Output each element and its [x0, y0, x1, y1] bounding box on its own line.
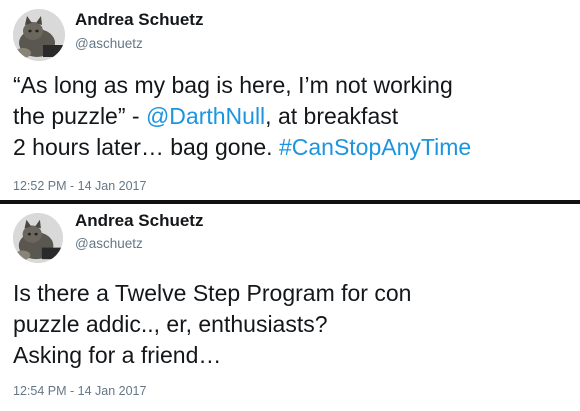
- tweet-text-segment: , at breakfast: [265, 103, 399, 129]
- tweet-1: Andrea Schuetz @aschuetz “As long as my …: [0, 0, 580, 200]
- tweet-line: “As long as my bag is here, I’m not work…: [13, 72, 453, 98]
- tweet-timestamp[interactable]: 12:54 PM - 14 Jan 2017: [13, 384, 146, 398]
- author-handle[interactable]: @aschuetz: [75, 36, 143, 51]
- tweet-line: puzzle addic.., er, enthusiasts?: [13, 311, 328, 337]
- tweet-text-segment: 2 hours later… bag gone.: [13, 134, 279, 160]
- tweet-text: Is there a Twelve Step Program for con p…: [13, 278, 573, 371]
- tweet-2: Andrea Schuetz @aschuetz Is there a Twel…: [0, 205, 580, 411]
- divider: [0, 200, 580, 204]
- tweet-line: Is there a Twelve Step Program for con: [13, 280, 412, 306]
- author-handle[interactable]: @aschuetz: [75, 236, 143, 251]
- hashtag-link[interactable]: #CanStopAnyTime: [279, 134, 471, 160]
- cat-avatar-icon: [13, 213, 63, 263]
- tweet-line: 2 hours later… bag gone. #CanStopAnyTime: [13, 132, 573, 163]
- cat-avatar-icon: [13, 9, 65, 61]
- author-name[interactable]: Andrea Schuetz: [75, 211, 203, 231]
- author-name[interactable]: Andrea Schuetz: [75, 10, 203, 30]
- tweet-line: the puzzle” - @DarthNull, at breakfast: [13, 101, 573, 132]
- tweet-timestamp[interactable]: 12:52 PM - 14 Jan 2017: [13, 179, 146, 193]
- tweet-text-segment: the puzzle” -: [13, 103, 146, 129]
- mention-link[interactable]: @DarthNull: [146, 103, 265, 129]
- tweet-line: Asking for a friend…: [13, 342, 222, 368]
- tweet-text: “As long as my bag is here, I’m not work…: [13, 70, 573, 163]
- avatar[interactable]: [13, 9, 65, 61]
- avatar[interactable]: [13, 213, 63, 263]
